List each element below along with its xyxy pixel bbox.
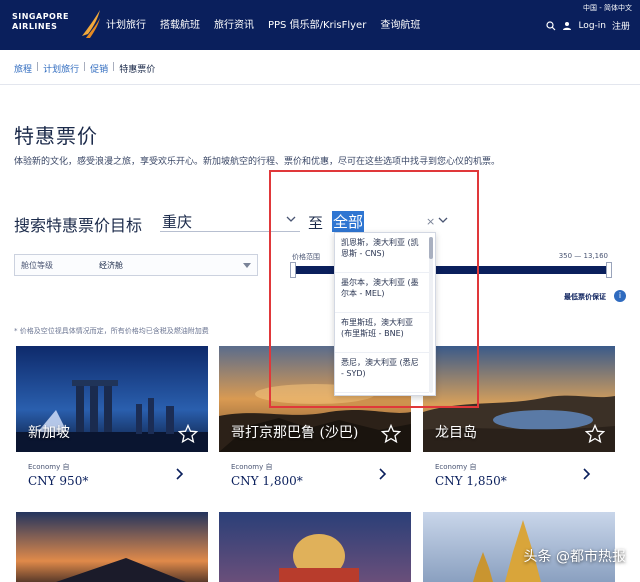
dropdown-scrollbar-track[interactable] <box>429 237 433 393</box>
chevron-right-icon[interactable] <box>176 468 184 480</box>
signup-link[interactable]: 注册 <box>612 19 630 32</box>
intro-text: 体验新的文化，感受浪漫之旅，享受欢乐开心。新加坡航空的行程、票价和优惠，尽可在这… <box>14 157 501 167</box>
favorite-star-icon[interactable] <box>178 424 198 444</box>
search-label: 搜索特惠票价目标 <box>14 216 143 235</box>
to-label: 至 <box>308 214 324 232</box>
deal-card-lombok[interactable]: 龙目岛 Economy 自 CNY 1,850* <box>423 346 615 496</box>
origin-select[interactable]: 重庆 <box>160 210 300 232</box>
best-price-guarantee-link[interactable]: 最低票价保证 <box>564 292 606 302</box>
chevron-down-icon[interactable] <box>286 216 296 222</box>
search-icon[interactable] <box>546 20 556 31</box>
singapore-airlines-logo[interactable]: SINGAPORE AIRLINES <box>12 6 102 44</box>
clear-icon[interactable]: × <box>426 215 435 228</box>
breadcrumb-current: 特惠票价 <box>119 65 156 75</box>
chevron-down-icon <box>243 263 251 268</box>
logo-line1: SINGAPORE <box>12 12 69 21</box>
card-price: CNY 1,800* <box>231 474 303 488</box>
breadcrumb: 旅程 | 计划旅行 | 促销 | 特惠票价 <box>14 62 155 75</box>
disclaimer-note: * 价格及空位视具体情况而定，所有价格均已含税及燃油附加费 <box>14 327 209 335</box>
login-link[interactable]: Log-in <box>578 21 606 31</box>
nav-flights[interactable]: 搭载航班 <box>160 16 200 31</box>
dropdown-option-cairns[interactable]: 凯恩斯，澳大利亚 (凯恩斯 - CNS) <box>335 233 429 273</box>
card-class: Economy 自 <box>435 463 477 471</box>
info-icon[interactable]: i <box>614 290 626 302</box>
favorite-star-icon[interactable] <box>585 424 605 444</box>
site-header: SINGAPORE AIRLINES 计划旅行 搭载航班 旅行资讯 PPS 俱乐… <box>0 0 640 50</box>
divider <box>0 84 640 85</box>
cabin-class-select[interactable]: 舱位等级 经济舱 <box>14 254 258 276</box>
bird-logo-icon <box>82 10 100 38</box>
deal-card-partial[interactable] <box>219 512 411 582</box>
chevron-right-icon[interactable] <box>379 468 387 480</box>
dropdown-option-sydney[interactable]: 悉尼，澳大利亚 (悉尼 - SYD) <box>335 353 429 393</box>
origin-value: 重庆 <box>162 213 193 231</box>
breadcrumb-plan[interactable]: 计划旅行 <box>43 62 79 75</box>
destination-select[interactable]: 全部 × <box>330 210 448 232</box>
logo-line2: AIRLINES <box>12 22 58 31</box>
deal-card-singapore[interactable]: 新加坡 Economy 自 CNY 950* <box>16 346 208 496</box>
deal-card-partial[interactable] <box>16 512 208 582</box>
destination-value[interactable]: 全部 <box>332 211 365 232</box>
account-links: Log-in 注册 <box>546 19 630 32</box>
price-range-label: 价格范围 <box>292 253 320 261</box>
nav-travel-info[interactable]: 旅行资讯 <box>214 16 254 31</box>
cabin-value: 经济舱 <box>99 261 123 270</box>
breadcrumb-separator: | <box>112 62 116 72</box>
card-price: CNY 1,850* <box>435 474 507 488</box>
main-nav: 计划旅行 搭载航班 旅行资讯 PPS 俱乐部/KrisFlyer 查询航班 <box>106 16 420 31</box>
price-range-values: 350 — 13,160 <box>558 252 608 260</box>
locale-selector[interactable]: 中国 - 简体中文 <box>583 3 632 13</box>
nav-plan-travel[interactable]: 计划旅行 <box>106 16 146 31</box>
card-class: Economy 自 <box>231 463 273 471</box>
chevron-right-icon[interactable] <box>583 468 591 480</box>
cabin-label: 舱位等级 <box>21 261 53 270</box>
card-city: 龙目岛 <box>435 425 477 441</box>
watermark-text: 头条 @都市热报 <box>523 549 626 565</box>
page-title: 特惠票价 <box>14 124 98 148</box>
nav-krisflyer[interactable]: PPS 俱乐部/KrisFlyer <box>268 16 366 31</box>
card-city: 哥打京那巴鲁 (沙巴) <box>231 425 359 441</box>
card-city: 新加坡 <box>28 425 70 441</box>
card-class: Economy 自 <box>28 463 70 471</box>
dropdown-option-brisbane[interactable]: 布里斯班，澳大利亚 (布里斯班 - BNE) <box>335 313 429 353</box>
destination-image <box>16 512 208 582</box>
destination-dropdown[interactable]: 凯恩斯，澳大利亚 (凯恩斯 - CNS) 墨尔本，澳大利亚 (墨尔本 - MEL… <box>334 232 436 396</box>
dropdown-option-melbourne[interactable]: 墨尔本，澳大利亚 (墨尔本 - MEL) <box>335 273 429 313</box>
breadcrumb-separator: | <box>83 62 87 72</box>
destination-image <box>219 512 411 582</box>
dropdown-scrollbar-thumb[interactable] <box>429 237 433 259</box>
price-slider-min-handle[interactable] <box>290 262 296 278</box>
user-icon <box>563 21 572 30</box>
card-price: CNY 950* <box>28 474 89 488</box>
nav-flight-status[interactable]: 查询航班 <box>380 16 420 31</box>
breadcrumb-home[interactable]: 旅程 <box>14 62 32 75</box>
favorite-star-icon[interactable] <box>381 424 401 444</box>
chevron-down-icon[interactable] <box>438 217 448 223</box>
breadcrumb-separator: | <box>36 62 40 72</box>
price-slider-max-handle[interactable] <box>606 262 612 278</box>
breadcrumb-promo[interactable]: 促销 <box>90 62 108 75</box>
